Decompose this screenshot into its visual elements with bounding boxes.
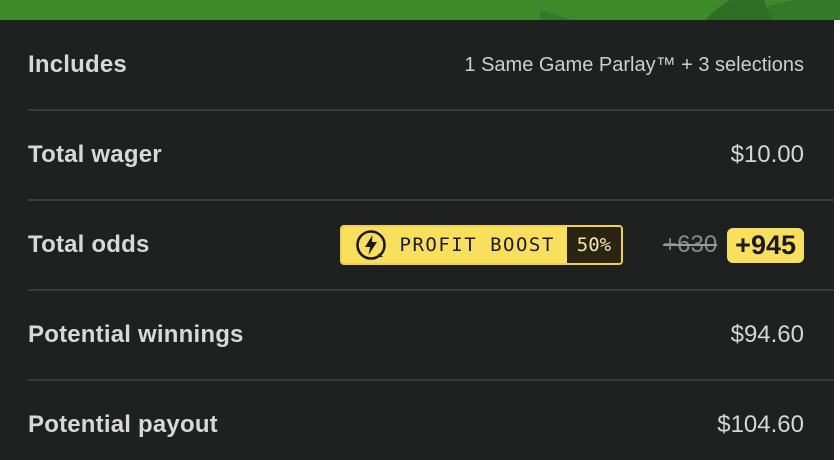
potential-winnings-label: Potential winnings xyxy=(28,321,244,348)
total-odds-row: Total odds PROFIT BOOST 50% +630 +945 xyxy=(28,200,804,290)
boosted-odds: +945 xyxy=(727,227,804,263)
bet-summary-screen: Includes 1 Same Game Parlay™ + 3 selecti… xyxy=(0,0,840,460)
odds-display: PROFIT BOOST 50% +630 +945 xyxy=(339,225,804,265)
potential-winnings-value: $94.60 xyxy=(730,321,804,348)
top-banner xyxy=(0,0,840,20)
includes-label: Includes xyxy=(28,51,127,78)
profit-boost-badge[interactable]: PROFIT BOOST 50% xyxy=(339,225,624,265)
total-odds-label: Total odds xyxy=(28,231,150,258)
profit-boost-main: PROFIT BOOST xyxy=(341,227,567,263)
bet-summary-panel: Includes 1 Same Game Parlay™ + 3 selecti… xyxy=(0,20,834,460)
total-wager-row: Total wager $10.00 xyxy=(28,110,804,200)
potential-winnings-row: Potential winnings $94.60 xyxy=(28,290,804,380)
potential-payout-label: Potential payout xyxy=(28,411,218,438)
original-odds: +630 xyxy=(663,231,718,258)
total-wager-label: Total wager xyxy=(28,141,162,168)
potential-payout-row: Potential payout $104.60 xyxy=(28,380,804,460)
includes-row: Includes 1 Same Game Parlay™ + 3 selecti… xyxy=(28,20,804,110)
banner-swoosh-graphic xyxy=(540,0,840,20)
profit-boost-label: PROFIT BOOST xyxy=(399,234,555,256)
lightning-boost-icon xyxy=(355,230,386,260)
total-wager-value: $10.00 xyxy=(730,141,804,168)
potential-payout-value: $104.60 xyxy=(717,411,804,438)
includes-value: 1 Same Game Parlay™ + 3 selections xyxy=(464,53,804,76)
profit-boost-percent: 50% xyxy=(566,227,622,263)
